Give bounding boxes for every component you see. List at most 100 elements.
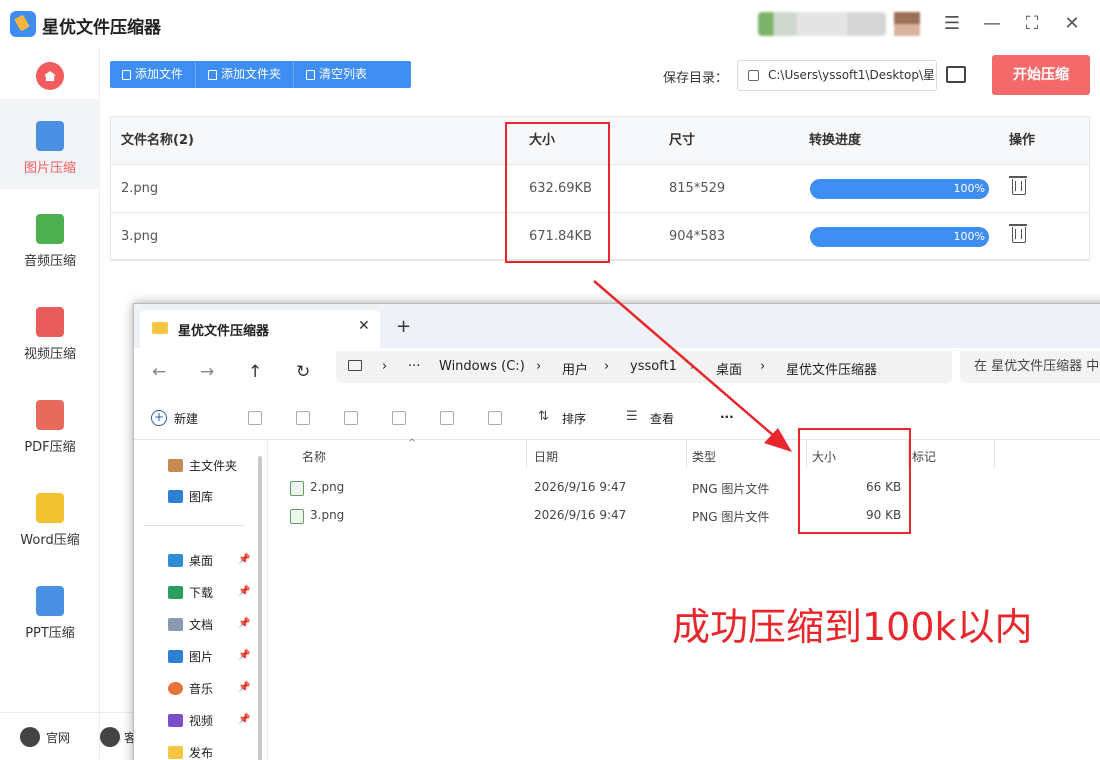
share-icon[interactable] [440,411,454,425]
sidebar-item-video-compress[interactable]: 视频压缩 [0,285,100,375]
delete-icon[interactable] [1009,224,1027,243]
pin-icon[interactable]: 📌 [238,650,250,661]
nav-item-publish[interactable]: 发布 [189,744,213,760]
sidebar-item-image-compress[interactable]: 图片压缩 [0,99,100,189]
address-bar[interactable]: › ··· Windows (C:) › 用户 › yssoft1 › 桌面 ›… [336,351,952,383]
progress-bar: 100% [810,179,989,199]
chevron-right-icon: › [536,359,542,374]
cut-icon[interactable] [248,411,262,425]
website-icon[interactable] [20,727,40,747]
file-date: 2026/9/16 9:47 [534,480,627,494]
trash-icon [306,69,316,80]
nav-item-gallery[interactable]: 图库 [189,488,213,505]
nav-item-documents[interactable]: 文档 [189,616,213,633]
nav-item-videos[interactable]: 视频 [189,712,213,729]
nav-item-home[interactable]: 主文件夹 [189,457,237,474]
column-divider[interactable] [994,440,995,468]
browse-folder-icon[interactable] [946,66,966,83]
music-icon [168,682,183,695]
home-icon[interactable] [36,62,64,90]
column-divider[interactable] [526,440,527,468]
col-dimensions[interactable]: 尺寸 [669,117,695,164]
gallery-icon [168,490,183,503]
delete-icon[interactable] [488,411,502,425]
col-progress[interactable]: 转换进度 [809,117,861,164]
home-folder-icon [168,459,183,472]
new-tab-button[interactable]: + [396,316,411,337]
add-file-button[interactable]: 添加文件 [110,61,197,88]
col-date[interactable]: 日期 [534,448,558,465]
add-folder-button[interactable]: 添加文件夹 [196,61,295,88]
maximize-icon[interactable]: ⛶ [1018,10,1046,38]
col-tags[interactable]: 标记 [912,448,936,465]
close-tab-icon[interactable]: ✕ [358,318,370,334]
save-dir-input[interactable]: C:\Users\yssoft1\Desktop\星 [737,60,937,91]
sidebar-item-label: PDF压缩 [24,440,76,455]
back-icon[interactable]: ← [152,362,166,382]
up-icon[interactable]: ↑ [248,362,262,382]
col-filename[interactable]: 文件名称(2) [121,117,194,164]
col-type[interactable]: 类型 [692,448,716,465]
sidebar-item-ppt-compress[interactable]: PPT压缩 [0,564,100,654]
png-file-icon [290,481,304,496]
user-account-area[interactable] [758,12,886,36]
pin-icon[interactable]: 📌 [238,714,250,725]
pin-icon[interactable]: 📌 [238,586,250,597]
image-icon [36,121,64,151]
nav-item-desktop[interactable]: 桌面 [189,552,213,569]
avatar[interactable] [894,12,920,36]
annotation-caption: 成功压缩到100k以内 [672,605,1033,649]
nav-pane-scrollbar[interactable] [258,456,262,760]
sidebar-item-pdf-compress[interactable]: PDF压缩 [0,378,100,468]
new-icon: + [151,410,167,426]
app-title: 星优文件压缩器 [42,18,161,38]
sidebar-item-label: Word压缩 [20,533,80,548]
clear-list-button[interactable]: 清空列表 [294,61,379,88]
breadcrumb-item[interactable]: 星优文件压缩器 [786,359,877,378]
pin-icon[interactable]: 📌 [238,554,250,565]
search-input[interactable]: 在 星优文件压缩器 中 [960,351,1100,383]
sidebar-item-label: 音频压缩 [23,254,76,269]
refresh-icon[interactable]: ↻ [296,362,310,382]
column-divider[interactable] [686,440,687,468]
more-options-button[interactable]: ··· [720,410,734,424]
file-name: 2.png [121,181,159,196]
progress-bar: 100% [810,227,989,247]
view-button[interactable]: 查看 [650,410,674,427]
start-compress-button[interactable]: 开始压缩 [992,55,1090,95]
pin-icon[interactable]: 📌 [238,682,250,693]
list-item[interactable]: 3.png 2026/9/16 9:47 PNG 图片文件 90 KB [270,502,1100,530]
sidebar-item-audio-compress[interactable]: 音频压缩 [0,192,100,282]
close-icon[interactable]: ✕ [1058,10,1086,38]
breadcrumb-item[interactable]: Windows (C:) [439,359,525,374]
pdf-icon [36,400,64,430]
paste-icon[interactable] [344,411,358,425]
toolbar: 添加文件 添加文件夹 清空列表 [110,61,411,88]
file-explorer-window: 星优文件压缩器 ✕ + ← → ↑ ↻ › ··· Windows (C:) ›… [133,303,1100,760]
forward-icon[interactable]: → [200,362,214,382]
new-button[interactable]: 新建 [174,410,198,427]
col-actions: 操作 [1009,133,1036,148]
explorer-nav-pane: 主文件夹 图库 桌面 📌 下载 📌 文档 📌 图片 📌 音乐 📌 视频 📌 发布 [134,440,268,760]
explorer-tab[interactable]: 星优文件压缩器 ✕ [140,310,380,348]
sort-button[interactable]: 排序 [562,410,586,427]
more-icon[interactable]: ··· [408,359,420,374]
nav-item-downloads[interactable]: 下载 [189,584,213,601]
delete-icon[interactable] [1009,176,1027,195]
rename-icon[interactable] [392,411,406,425]
pin-icon[interactable]: 📌 [238,618,250,629]
breadcrumb-item[interactable]: 用户 [562,359,588,378]
nav-item-pictures[interactable]: 图片 [189,648,213,665]
path-icon [748,70,759,81]
breadcrumb-item[interactable]: 桌面 [716,359,742,378]
nav-item-music[interactable]: 音乐 [189,680,213,697]
copy-icon[interactable] [296,411,310,425]
minimize-icon[interactable]: — [978,10,1006,38]
col-name[interactable]: 名称 [302,448,326,465]
customer-service-icon[interactable] [100,727,120,747]
website-link[interactable]: 官网 [46,729,70,746]
list-item[interactable]: 2.png 2026/9/16 9:47 PNG 图片文件 66 KB [270,474,1100,502]
sidebar-item-word-compress[interactable]: Word压缩 [0,471,100,561]
breadcrumb-item[interactable]: yssoft1 [630,359,677,374]
settings-menu-icon[interactable]: ☰ [938,10,966,38]
